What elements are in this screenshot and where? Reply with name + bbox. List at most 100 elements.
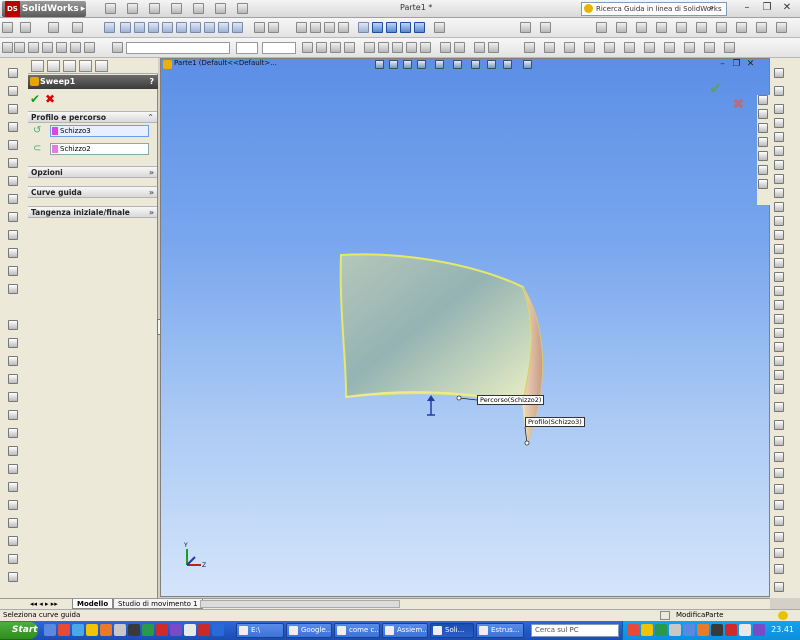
guide-curves-section[interactable]: Curve guida » [28, 186, 157, 198]
quicklaunch-icon[interactable] [58, 624, 70, 636]
view-palette-tab-icon[interactable] [758, 165, 768, 175]
dimxpert-tab-icon[interactable] [79, 60, 92, 72]
save-icon[interactable] [149, 3, 160, 14]
feature-tree-tab-icon[interactable] [31, 60, 44, 72]
zoom-icon[interactable] [324, 22, 335, 33]
rebuild-icon[interactable] [237, 3, 248, 14]
pointer-icon[interactable] [48, 22, 59, 33]
polygon-icon[interactable] [774, 174, 784, 184]
strip-chevron-down-icon[interactable] [774, 582, 784, 592]
curvature-icon[interactable] [774, 564, 784, 574]
quicklaunch-icon[interactable] [142, 624, 154, 636]
weldment-icon[interactable] [774, 436, 784, 446]
note-icon[interactable] [440, 42, 451, 53]
magnetic-line-icon[interactable] [704, 42, 715, 53]
profile-selection-field[interactable]: Schizzo3 [50, 125, 149, 137]
right-view-icon[interactable] [162, 22, 173, 33]
chevron-down-icon[interactable]: » [149, 167, 154, 178]
fillet-feature-icon[interactable] [8, 194, 18, 204]
shell-icon[interactable] [8, 248, 18, 258]
chevron-up-icon[interactable]: ⌃ [147, 112, 154, 123]
help-button[interactable]: ? [149, 75, 154, 89]
path-callout[interactable]: Percorso(Schizzo2) [477, 395, 545, 405]
pattern-icon[interactable] [8, 284, 18, 294]
text-icon[interactable] [420, 42, 431, 53]
rectangle-icon[interactable] [774, 118, 784, 128]
curves-icon[interactable] [8, 356, 18, 366]
slot-icon[interactable] [774, 132, 784, 142]
quick-snaps-icon[interactable] [774, 402, 784, 412]
sweep-icon[interactable] [8, 104, 18, 114]
new-icon[interactable] [105, 3, 116, 14]
block-icon[interactable] [584, 42, 595, 53]
smart-dimension-icon[interactable] [774, 86, 784, 96]
solidworks-logo[interactable]: DS SolidWorks ▸ [2, 1, 86, 17]
centerline-icon[interactable] [624, 42, 635, 53]
justify-icon[interactable] [406, 42, 417, 53]
property-manager-tab-icon[interactable] [47, 60, 60, 72]
quicklaunch-icon[interactable] [72, 624, 84, 636]
align-right-icon[interactable] [392, 42, 403, 53]
centerline-icon[interactable] [774, 272, 784, 282]
reference-plane-icon[interactable] [8, 320, 18, 330]
top-view-icon[interactable] [176, 22, 187, 33]
isometric-view-icon[interactable] [204, 22, 215, 33]
font-family-select[interactable] [126, 42, 230, 54]
quicklaunch-icon[interactable] [198, 624, 210, 636]
bottom-view-icon[interactable] [190, 22, 201, 33]
lighting-icon[interactable] [540, 22, 551, 33]
revolve-icon[interactable] [8, 86, 18, 96]
print-icon[interactable] [171, 3, 182, 14]
geometric-tolerance-icon[interactable] [524, 42, 535, 53]
sketch-icon[interactable] [596, 22, 607, 33]
profile-callout[interactable]: Profilo(Schizzo3) [525, 417, 585, 427]
cancel-button[interactable]: ✖ [45, 92, 55, 106]
hidden-lines-removed-icon[interactable] [386, 22, 397, 33]
network-icon[interactable] [753, 624, 765, 636]
delete-face-icon[interactable] [8, 572, 18, 582]
datum-icon[interactable] [488, 42, 499, 53]
tray-icon[interactable] [711, 624, 723, 636]
task-extrude[interactable]: Estrus... [476, 623, 524, 638]
close-button[interactable]: ✕ [780, 2, 794, 15]
offset-icon[interactable] [774, 314, 784, 324]
shadows-icon[interactable] [434, 22, 445, 33]
extend-icon[interactable] [774, 300, 784, 310]
smart-dimension-icon[interactable] [616, 22, 627, 33]
home-tab-icon[interactable] [758, 95, 768, 105]
chamfer-icon[interactable] [8, 212, 18, 222]
trim-icon[interactable] [774, 286, 784, 296]
table-icon[interactable] [684, 42, 695, 53]
search-pc-input[interactable]: Cerca sul PC [531, 624, 619, 637]
grid-icon[interactable] [724, 42, 735, 53]
profile-path-section[interactable]: Profilo e percorso ⌃ [28, 111, 157, 123]
extrude-icon[interactable] [8, 68, 18, 78]
weld-symbol-icon[interactable] [544, 42, 555, 53]
measure-icon[interactable] [774, 484, 784, 494]
strike-icon[interactable] [344, 42, 355, 53]
arc-icon[interactable] [774, 160, 784, 170]
area-hatch-icon[interactable] [644, 42, 655, 53]
surface-revolve-icon[interactable] [8, 410, 18, 420]
quicklaunch-icon[interactable] [44, 624, 56, 636]
file-explorer-tab-icon[interactable] [758, 137, 768, 147]
normal-to-icon[interactable] [104, 22, 115, 33]
start-button[interactable]: Start [0, 622, 38, 639]
spline-icon[interactable] [774, 188, 784, 198]
tray-icon[interactable] [683, 624, 695, 636]
tab-motion-study[interactable]: Studio di movimento 1 [113, 599, 203, 609]
rib-icon[interactable] [8, 230, 18, 240]
trimetric-view-icon[interactable] [218, 22, 229, 33]
help-status-icon[interactable] [778, 611, 788, 620]
tray-icon[interactable] [627, 624, 639, 636]
zoom-area-icon[interactable] [310, 22, 321, 33]
task-solidworks[interactable]: Soli... [430, 623, 474, 638]
underline-icon[interactable] [330, 42, 341, 53]
tab-nav-arrows-icon[interactable]: ◂◂ ◂ ▸ ▸▸ [30, 600, 58, 608]
wireframe-icon[interactable] [358, 22, 369, 33]
arc-icon[interactable] [696, 22, 707, 33]
instant3d-icon[interactable] [8, 374, 18, 384]
restore-button[interactable]: ❐ [760, 2, 774, 15]
ellipse-icon[interactable] [774, 202, 784, 212]
spline-icon[interactable] [716, 22, 727, 33]
